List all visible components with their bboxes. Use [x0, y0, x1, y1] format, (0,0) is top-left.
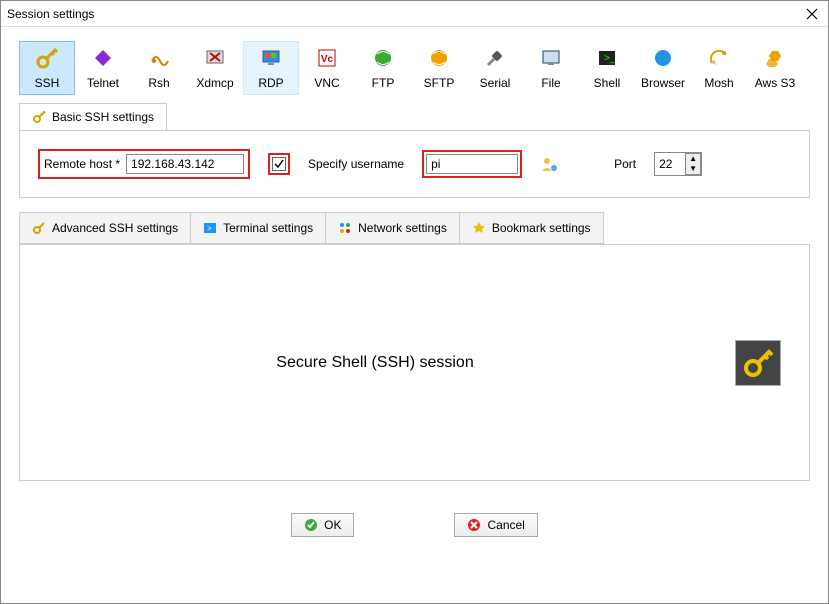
port-spinner[interactable]: ▲ ▼	[685, 153, 701, 175]
wave-icon	[147, 46, 171, 70]
protocol-label: RDP	[258, 76, 283, 90]
basic-ssh-tab[interactable]: Basic SSH settings	[19, 103, 167, 130]
advanced-tabbar: Advanced SSH settings > Terminal setting…	[19, 212, 810, 245]
close-button[interactable]	[802, 4, 822, 24]
tab-bookmark-settings[interactable]: Bookmark settings	[460, 212, 604, 244]
protocol-sftp[interactable]: SFTP	[411, 41, 467, 95]
key-icon	[35, 46, 59, 70]
diamond-icon	[91, 46, 115, 70]
svg-text:>_: >_	[604, 53, 616, 64]
protocol-icons-row: SSH Telnet Rsh Xdmcp RDP Vc VNC FTP SFTP…	[1, 27, 828, 103]
protocol-label: Serial	[480, 76, 511, 90]
key-icon	[32, 221, 46, 235]
username-input[interactable]	[426, 154, 518, 174]
specify-username-label: Specify username	[308, 157, 404, 171]
world-icon	[651, 46, 675, 70]
globe-icon	[371, 46, 395, 70]
protocol-label: SFTP	[424, 76, 455, 90]
protocol-telnet[interactable]: Telnet	[75, 41, 131, 95]
monitor-icon	[259, 46, 283, 70]
check-icon	[304, 518, 318, 532]
protocol-rsh[interactable]: Rsh	[131, 41, 187, 95]
dish-icon	[707, 46, 731, 70]
remote-host-input[interactable]	[126, 154, 244, 174]
protocol-xdmcp[interactable]: Xdmcp	[187, 41, 243, 95]
basic-ssh-panel: Remote host * Specify username Port ▲ ▼	[19, 130, 810, 198]
advanced-panel: Secure Shell (SSH) session	[19, 245, 810, 481]
protocol-aws-s3[interactable]: Aws S3	[747, 41, 803, 95]
session-description: Secure Shell (SSH) session	[276, 354, 473, 372]
hex-icon	[763, 46, 787, 70]
titlebar: Session settings	[1, 1, 828, 27]
remote-host-label: Remote host *	[44, 157, 120, 171]
protocol-label: VNC	[314, 76, 339, 90]
protocol-file[interactable]: File	[523, 41, 579, 95]
cancel-button[interactable]: Cancel	[454, 513, 537, 537]
protocol-label: SSH	[35, 76, 60, 90]
ssh-key-badge	[735, 340, 781, 386]
window-title: Session settings	[7, 7, 94, 21]
port-up-button[interactable]: ▲	[686, 154, 700, 164]
port-label: Port	[614, 157, 636, 171]
tab-label: Terminal settings	[223, 221, 313, 235]
protocol-ftp[interactable]: FTP	[355, 41, 411, 95]
svg-text:>: >	[207, 224, 212, 233]
globe2-icon	[427, 46, 451, 70]
protocol-label: File	[541, 76, 560, 90]
file-icon	[539, 46, 563, 70]
protocol-label: Browser	[641, 76, 685, 90]
cancel-label: Cancel	[487, 518, 524, 532]
protocol-label: Mosh	[704, 76, 733, 90]
protocol-label: FTP	[372, 76, 395, 90]
ok-button[interactable]: OK	[291, 513, 354, 537]
key-icon	[32, 110, 46, 124]
protocol-rdp[interactable]: RDP	[243, 41, 299, 95]
terminal2-icon: >	[203, 221, 217, 235]
ok-label: OK	[324, 518, 341, 532]
x-icon	[203, 46, 227, 70]
protocol-shell[interactable]: >_ Shell	[579, 41, 635, 95]
dialog-buttons: OK Cancel	[1, 493, 828, 557]
protocol-vnc[interactable]: Vc VNC	[299, 41, 355, 95]
protocol-browser[interactable]: Browser	[635, 41, 691, 95]
tab-label: Network settings	[358, 221, 447, 235]
tab-label: Advanced SSH settings	[52, 221, 178, 235]
protocol-label: Shell	[594, 76, 621, 90]
protocol-label: Aws S3	[755, 76, 795, 90]
protocol-label: Rsh	[148, 76, 169, 90]
port-input[interactable]	[655, 154, 685, 174]
specify-username-checkbox-group	[268, 153, 290, 175]
vnc-icon: Vc	[315, 46, 339, 70]
tab-advanced-ssh[interactable]: Advanced SSH settings	[19, 212, 191, 244]
star-icon	[472, 221, 486, 235]
specify-username-checkbox[interactable]	[272, 157, 286, 171]
user-icon[interactable]	[540, 155, 558, 173]
remote-host-group: Remote host *	[38, 149, 250, 179]
basic-tabbar: Basic SSH settings	[19, 103, 810, 130]
terminal-icon: >_	[595, 46, 619, 70]
tab-terminal-settings[interactable]: > Terminal settings	[191, 212, 326, 244]
network-icon	[338, 221, 352, 235]
protocol-label: Xdmcp	[196, 76, 233, 90]
protocol-label: Telnet	[87, 76, 119, 90]
port-down-button[interactable]: ▼	[686, 164, 700, 174]
tab-network-settings[interactable]: Network settings	[326, 212, 460, 244]
username-group	[422, 150, 522, 178]
protocol-serial[interactable]: Serial	[467, 41, 523, 95]
protocol-mosh[interactable]: Mosh	[691, 41, 747, 95]
cancel-icon	[467, 518, 481, 532]
tab-label: Bookmark settings	[492, 221, 591, 235]
basic-tab-label: Basic SSH settings	[52, 110, 154, 124]
svg-text:Vc: Vc	[321, 54, 334, 65]
plug-icon	[483, 46, 507, 70]
protocol-ssh[interactable]: SSH	[19, 41, 75, 95]
